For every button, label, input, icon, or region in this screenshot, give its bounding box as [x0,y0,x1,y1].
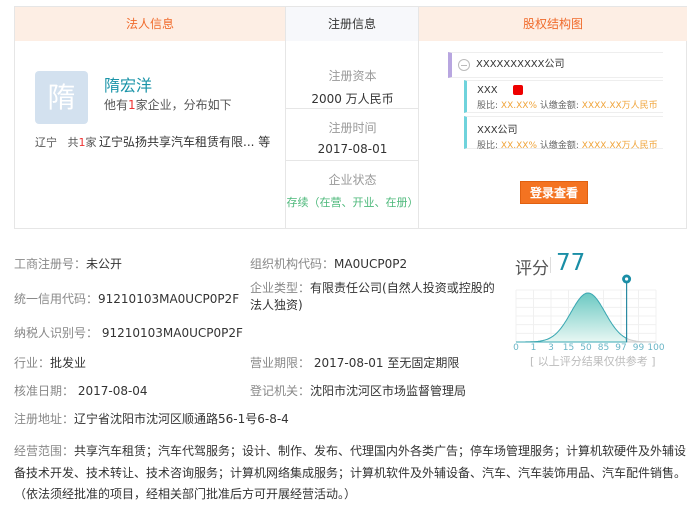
label: 认缴金额: [539,141,579,151]
equity-node: XXX公司 股比: XX.XX% 认缴金额: XXXX.XX万人民币 [464,116,663,151]
root-name: XXXXXXXXXX公司 [476,59,565,70]
business-scope: 经营范围：共享汽车租赁；汽车代驾服务；设计、制作、发布、代理国内外各类广告；停车… [14,441,689,506]
login-to-view-button[interactable]: 登录查看 [520,181,588,204]
capital-cell: 注册资本 2000 万人民币 [286,41,419,109]
tab-legal-info[interactable]: 法人信息 [15,7,285,41]
equity-node: XXX 股比: XX.XX% 认缴金额: XXXX.XX万人民币 [464,80,663,113]
info-item: 注册地址：辽宁省沈阳市沈河区顺通路56-1号6-8-4 [14,410,289,427]
info-item: 纳税人识别号： 91210103MA0UCP0P2F [14,324,243,341]
info-item: 登记机关：沈阳市沈河区市场监督管理局 [250,382,466,399]
value: 91210103MA0UCP0P2F [98,292,240,306]
text: 共 [67,136,79,149]
info-item: 工商注册号：未公开 [14,255,122,272]
label: 企业状态 [328,173,377,187]
value: 未公开 [86,257,123,271]
label: 企业类型： [250,281,311,295]
count: 1 [128,98,136,112]
label: 核准日期： [14,384,75,398]
tick-label: 97 [615,343,627,353]
label: 注册地址： [14,412,75,426]
label: 股比: [477,101,499,111]
text: 他有 [104,98,129,112]
value: 2017-08-01 至无固定期限 [310,356,460,370]
label: 营业期限： [250,356,311,370]
tab-registration-info[interactable]: 注册信息 [285,7,419,41]
value: 2017-08-01 [317,142,388,156]
tick-label: 85 [597,343,610,353]
company-link[interactable]: 辽宁弘扬共享汽车租赁有限... 等 [99,133,270,150]
amount: XXXX.XX万人民币 [581,101,658,111]
region: 辽宁 [35,136,57,149]
status-value: 存续（在营、开业、在册） [286,196,419,209]
node-name: XXX [477,85,498,96]
status-cell: 企业状态存续（在营、开业、在册） [286,161,419,229]
info-item: 组织机构代码：MA0UCP0P2 [250,255,407,272]
info-item: 行业：批发业 [14,354,86,371]
tick-label: 3 [548,343,554,353]
label: 行业： [14,356,51,370]
info-item: 企业类型：有限责任公司(自然人投资或控股的法人独资) [250,280,495,314]
text: 家企业，分布如下 [135,98,232,112]
value: 批发业 [50,356,87,370]
info-item: 统一信用代码：91210103MA0UCP0P2F [14,290,239,307]
collapse-icon[interactable] [458,59,470,71]
tick-label: 0 [513,343,519,353]
value: 91210103MA0UCP0P2F [98,326,243,340]
tick-label: 1 [530,343,537,353]
label: 认缴金额: [539,101,579,111]
info-item: 核准日期： 2017-08-04 [14,382,148,399]
value: 共享汽车租赁；汽车代驾服务；设计、制作、发布、代理国内外各类广告；停车场管理服务… [14,444,687,501]
registration-info: 注册资本 2000 万人民币 注册时间 2017-08-01 企业状态存续（在营、开… [285,41,419,229]
value: 沈阳市沈河区市场监督管理局 [310,384,467,398]
target-icon [512,85,523,95]
tick-label: 50 [580,343,592,353]
label: 经营范围： [14,444,75,458]
value: 辽宁省沈阳市沈河区顺通路56-1号6-8-4 [74,412,289,426]
tick-label: 15 [562,343,575,353]
location-pin-icon [622,274,632,284]
divider [550,257,551,273]
count: 1 [78,136,86,149]
tab-equity-structure[interactable]: 股权结构图 [419,7,687,41]
node-name: XXX公司 [477,125,518,136]
legal-person-name[interactable]: 隋宏洋 [104,72,152,96]
label: 纳税人识别号： [14,326,99,340]
score-note: [ 以上评分结果仅供参考 ] [530,355,656,368]
amount: XXXX.XX万人民币 [581,141,658,151]
label: 组织机构代码： [250,257,335,271]
text: 家 [85,136,97,149]
label: 统一信用代码： [14,292,99,306]
ratio: XX.XX% [500,141,537,151]
ratio: XX.XX% [500,101,537,111]
avatar: 隋 [35,71,88,124]
label: 注册资本 [328,69,377,83]
value: 2000 万人民币 [311,92,394,106]
company-summary-panel: 法人信息 注册信息 股权结构图 隋 隋宏洋 他有1家企业，分布如下 辽宁 共1家… [14,6,687,229]
value: MA0UCP0P2 [334,257,408,271]
value: 2017-08-04 [74,384,148,398]
tick-label: 99 [632,343,645,353]
label: 股比: [477,141,499,151]
tick-label: 100 [647,343,665,353]
info-item: 营业期限： 2017-08-01 至无固定期限 [250,354,459,371]
label: 工商注册号： [14,257,87,271]
region-summary: 辽宁 共1家 [35,134,97,150]
label: 注册时间 [328,121,377,135]
date-cell: 注册时间 2017-08-01 [286,109,419,161]
company-count-summary: 他有1家企业，分布如下 [104,96,232,113]
equity-root: XXXXXXXXXX公司 [448,52,663,78]
label: 登记机关： [250,384,311,398]
score-distribution-chart [515,274,657,343]
distribution-left [516,292,628,343]
